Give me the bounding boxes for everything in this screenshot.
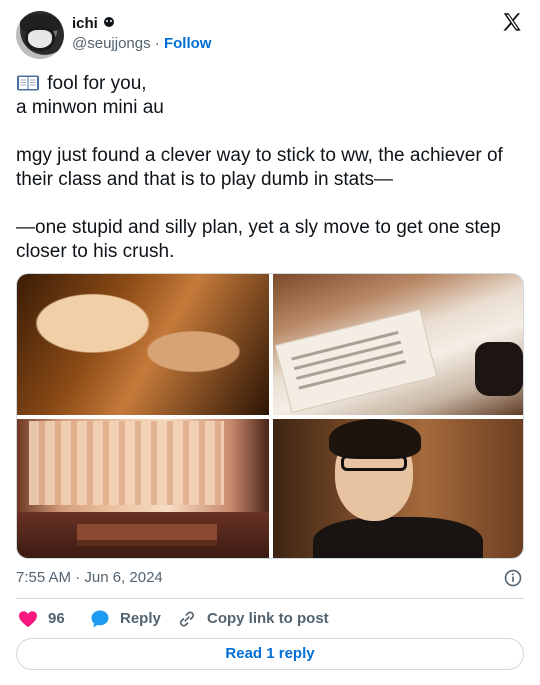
reply-button[interactable]: Reply — [90, 608, 161, 630]
photo-1[interactable] — [17, 274, 269, 415]
photo-3[interactable] — [17, 419, 269, 558]
tweet-body: fool for you, a minwon mini au mgy just … — [16, 72, 526, 264]
avatar[interactable] — [16, 11, 64, 59]
photo-2[interactable] — [273, 274, 523, 415]
tweet-embed-card: ichi @seujjongs · Follow fool for you, a… — [0, 0, 540, 685]
like-button[interactable]: 96 — [18, 608, 65, 630]
info-icon[interactable] — [504, 569, 522, 587]
book-icon — [17, 75, 39, 91]
photo-4[interactable] — [273, 419, 523, 558]
copy-link-button[interactable]: Copy link to post — [177, 608, 329, 630]
handle-row: @seujjongs · Follow — [72, 35, 211, 53]
separator-dot: · — [154, 35, 160, 52]
like-count: 96 — [48, 610, 65, 627]
author-display-name[interactable]: ichi — [72, 15, 98, 33]
author-info: ichi @seujjongs · Follow — [72, 15, 211, 53]
copy-link-label: Copy link to post — [207, 610, 329, 627]
reply-label: Reply — [120, 610, 161, 627]
action-bar: 96 Reply Copy link to post — [16, 608, 524, 630]
reply-bubble-icon — [91, 610, 109, 628]
smiley-icon — [103, 17, 114, 27]
timestamp-row: 7:55 AM · Jun 6, 2024 — [16, 568, 524, 588]
timestamp[interactable]: 7:55 AM · Jun 6, 2024 — [16, 569, 163, 586]
follow-button[interactable]: Follow — [164, 35, 212, 52]
tweet-text: fool for you, a minwon mini au mgy just … — [16, 73, 503, 262]
media-grid — [16, 273, 524, 559]
read-replies-button[interactable]: Read 1 reply — [16, 638, 524, 670]
link-icon — [179, 611, 195, 627]
x-logo-icon[interactable] — [501, 11, 523, 33]
heart-icon — [19, 611, 37, 628]
author-handle[interactable]: @seujjongs — [72, 35, 151, 52]
divider — [16, 598, 524, 599]
tweet-header: ichi @seujjongs · Follow — [16, 11, 524, 61]
